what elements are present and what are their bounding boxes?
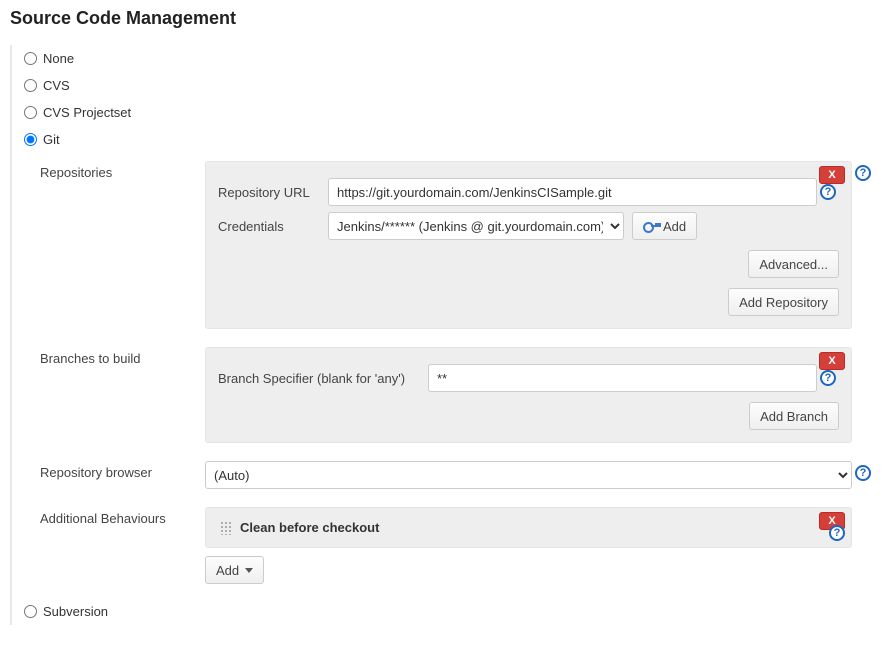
repo-browser-label: Repository browser xyxy=(40,461,205,480)
repo-browser-select[interactable]: (Auto) xyxy=(205,461,852,489)
behaviour-panel: X Clean before checkout ? xyxy=(205,507,852,548)
scm-radio-none[interactable] xyxy=(24,52,37,65)
add-behaviour-label: Add xyxy=(216,563,239,578)
key-icon xyxy=(643,221,657,231)
add-credential-label: Add xyxy=(663,219,686,234)
scm-radio-subversion[interactable] xyxy=(24,605,37,618)
scm-label-cvs[interactable]: CVS xyxy=(43,78,70,93)
add-credential-button[interactable]: Add xyxy=(632,212,697,240)
credentials-label: Credentials xyxy=(218,219,328,234)
drag-handle-icon[interactable] xyxy=(220,521,232,535)
branches-block: Branches to build X Branch Specifier (bl… xyxy=(40,347,874,443)
scm-option-subversion[interactable]: Subversion xyxy=(20,598,874,625)
behaviours-label: Additional Behaviours xyxy=(40,507,205,526)
add-repository-button[interactable]: Add Repository xyxy=(728,288,839,316)
repo-url-label: Repository URL xyxy=(218,185,328,200)
scm-option-cvs[interactable]: CVS xyxy=(20,72,874,99)
repositories-label: Repositories xyxy=(40,161,205,180)
repo-browser-block: Repository browser (Auto) ? xyxy=(40,461,874,489)
branch-specifier-input[interactable] xyxy=(428,364,817,392)
scm-radio-cvs[interactable] xyxy=(24,79,37,92)
delete-branch-button[interactable]: X xyxy=(819,352,845,370)
help-icon[interactable]: ? xyxy=(855,165,871,181)
scm-label-cvs-projectset[interactable]: CVS Projectset xyxy=(43,105,131,120)
branches-label: Branches to build xyxy=(40,347,205,366)
scm-label-git[interactable]: Git xyxy=(43,132,60,147)
credentials-select[interactable]: Jenkins/****** (Jenkins @ git.yourdomain… xyxy=(328,212,624,240)
scm-label-none[interactable]: None xyxy=(43,51,74,66)
git-config-body: Repositories X Repository URL ? xyxy=(20,153,874,598)
section-title: Source Code Management xyxy=(10,8,874,29)
help-icon[interactable]: ? xyxy=(820,184,836,200)
help-icon[interactable]: ? xyxy=(829,525,845,541)
scm-option-none[interactable]: None xyxy=(20,45,874,72)
repositories-block: Repositories X Repository URL ? xyxy=(40,161,874,329)
behaviours-block: Additional Behaviours X Clean before che… xyxy=(40,507,874,584)
behaviour-item-label: Clean before checkout xyxy=(240,520,379,535)
branch-panel: X Branch Specifier (blank for 'any') ? xyxy=(205,347,852,443)
repository-panel: X Repository URL ? Credentials xyxy=(205,161,852,329)
scm-option-git[interactable]: Git xyxy=(20,126,874,153)
chevron-down-icon xyxy=(245,568,253,573)
help-icon[interactable]: ? xyxy=(855,465,871,481)
scm-option-cvs-projectset[interactable]: CVS Projectset xyxy=(20,99,874,126)
add-branch-button[interactable]: Add Branch xyxy=(749,402,839,430)
advanced-button[interactable]: Advanced... xyxy=(748,250,839,278)
repo-url-input[interactable] xyxy=(328,178,817,206)
branch-specifier-label: Branch Specifier (blank for 'any') xyxy=(218,371,428,386)
scm-label-subversion[interactable]: Subversion xyxy=(43,604,108,619)
delete-repository-button[interactable]: X xyxy=(819,166,845,184)
scm-radio-group: None CVS CVS Projectset Git Repositories… xyxy=(10,45,874,625)
scm-radio-git[interactable] xyxy=(24,133,37,146)
help-icon[interactable]: ? xyxy=(820,370,836,386)
scm-radio-cvs-projectset[interactable] xyxy=(24,106,37,119)
add-behaviour-button[interactable]: Add xyxy=(205,556,264,584)
